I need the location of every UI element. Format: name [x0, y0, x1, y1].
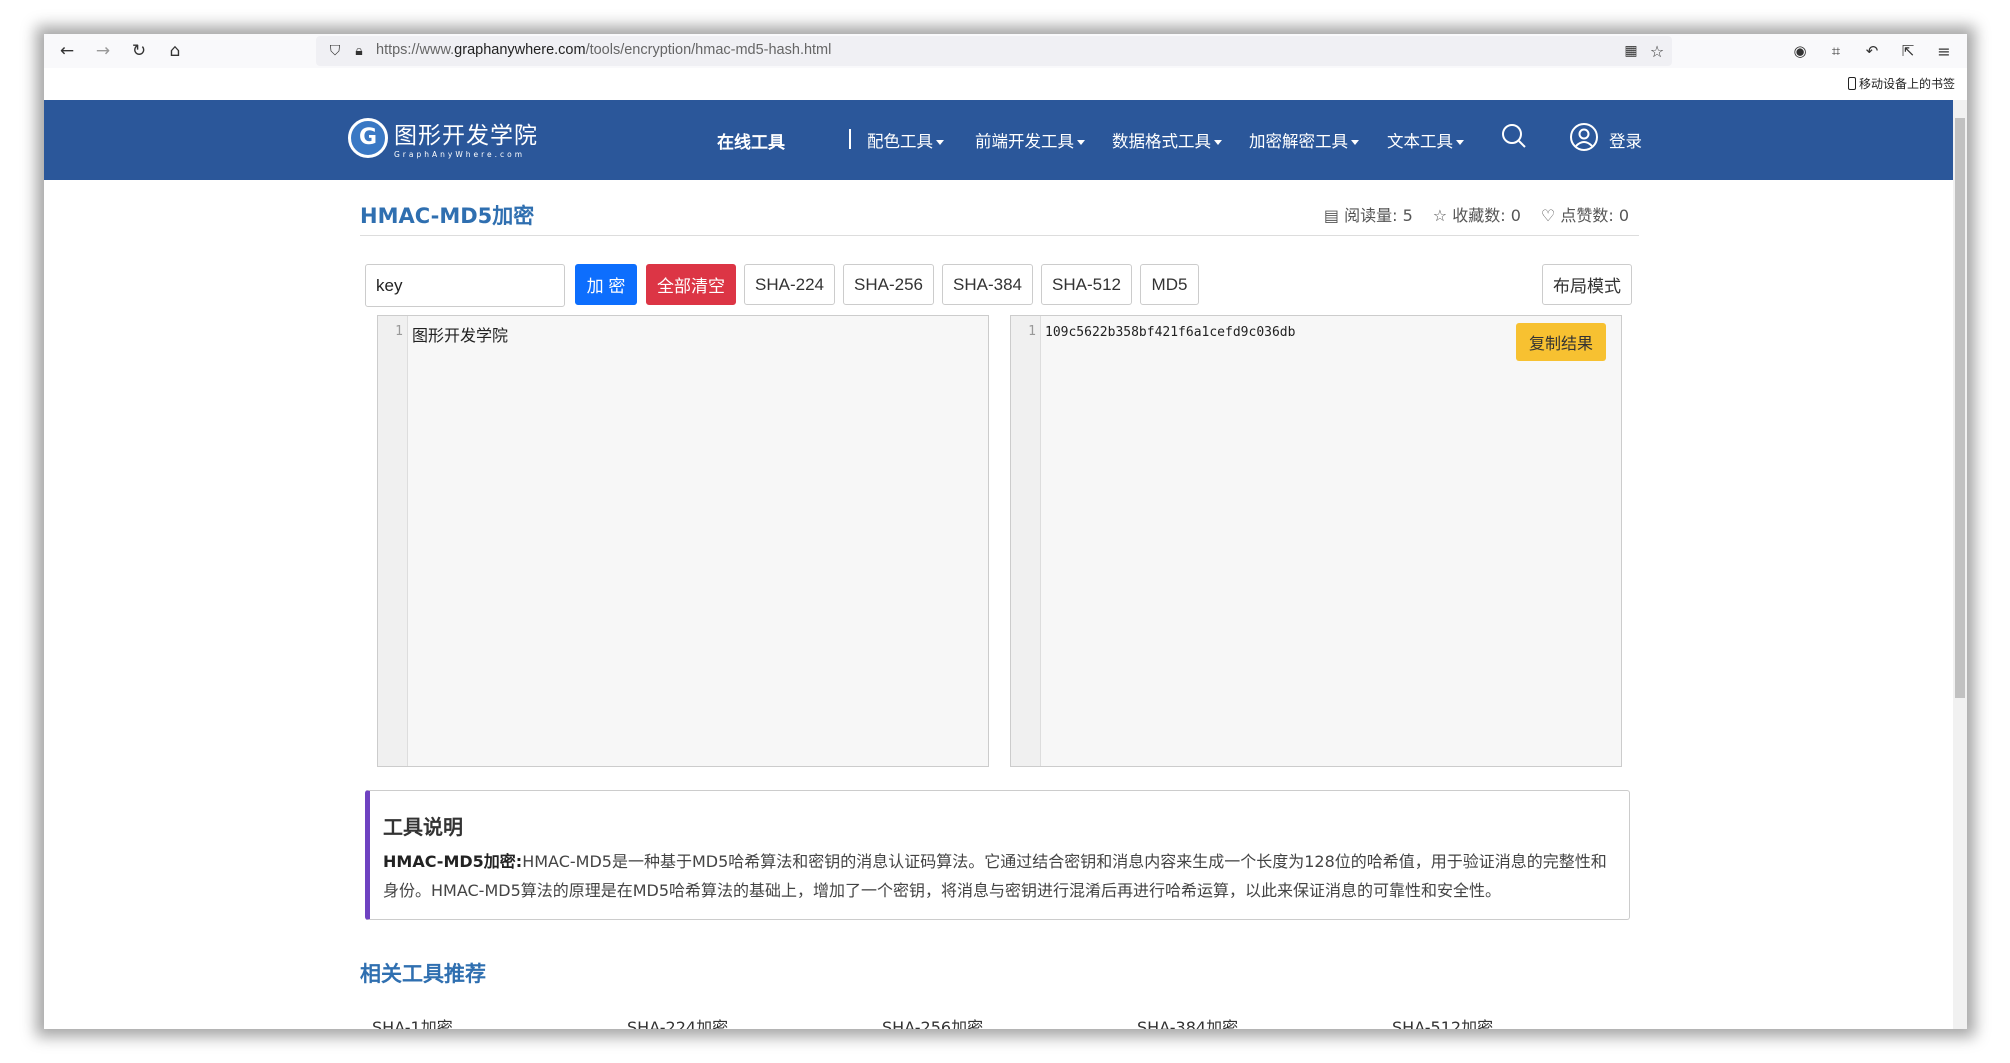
caret-down-icon — [936, 140, 944, 145]
logo-icon: G — [348, 117, 388, 158]
related-tool-link[interactable]: SHA-1加密 — [372, 1014, 453, 1029]
description-text: HMAC-MD5加密:HMAC-MD5是一种基于MD5哈希算法和密钥的消息认证码… — [383, 847, 1618, 905]
views-stat: ▤ 阅读量: 5 — [1323, 206, 1413, 225]
nav-frontend-tools[interactable]: 前端开发工具 — [975, 128, 1085, 152]
input-editor[interactable]: 1 图形开发学院 — [377, 315, 989, 767]
back-icon[interactable]: ← — [56, 40, 78, 62]
mobile-bookmarks[interactable]: 移动设备上的书签 — [1847, 75, 1955, 92]
page-scrollbar[interactable] — [1953, 100, 1967, 1029]
lock-icon[interactable]: 🔒︎ — [348, 40, 370, 62]
sha256-button[interactable]: SHA-256 — [843, 264, 934, 305]
input-editor-gutter: 1 — [378, 316, 408, 766]
shield-icon[interactable]: ⛉ — [324, 40, 346, 62]
favorites-stat[interactable]: ☆ 收藏数: 0 — [1433, 202, 1521, 226]
nav-crypto-tools[interactable]: 加密解密工具 — [1249, 128, 1359, 152]
caret-down-icon — [1456, 140, 1464, 145]
menu-icon[interactable]: ≡ — [1933, 40, 1955, 62]
related-tool-link[interactable]: SHA-384加密 — [1137, 1014, 1238, 1029]
forward-icon[interactable]: → — [92, 40, 114, 62]
layout-mode-button[interactable]: 布局模式 — [1542, 264, 1632, 305]
copy-result-button[interactable]: 复制结果 — [1516, 323, 1606, 361]
crop-icon[interactable]: ⌗ — [1825, 40, 1847, 62]
user-icon[interactable] — [1569, 122, 1599, 156]
views-icon: ▤ — [1323, 206, 1339, 225]
mobile-bookmarks-label: 移动设备上的书签 — [1858, 77, 1955, 91]
title-divider — [360, 235, 1639, 236]
sha224-button[interactable]: SHA-224 — [744, 264, 835, 305]
heart-icon: ♡ — [1540, 206, 1556, 225]
output-editor-gutter: 1 — [1011, 316, 1041, 766]
description-body: HMAC-MD5是一种基于MD5哈希算法和密钥的消息认证码算法。它通过结合密钥和… — [383, 852, 1607, 900]
page-title: HMAC-MD5加密 — [360, 204, 535, 228]
related-tool-link[interactable]: SHA-224加密 — [627, 1014, 728, 1029]
browser-toolbar: ← → ↻ ⌂ ⛉ 🔒︎ https://www.graphanywhere.c… — [44, 34, 1967, 68]
undo-icon[interactable]: ↶ — [1861, 40, 1883, 62]
bookmarks-bar: 移动设备上的书签 — [44, 68, 1967, 99]
search-icon[interactable] — [1500, 122, 1528, 154]
encrypt-button[interactable]: 加 密 — [575, 264, 637, 305]
caret-down-icon — [1214, 140, 1222, 145]
reload-icon[interactable]: ↻ — [128, 40, 150, 62]
sha384-button[interactable]: SHA-384 — [942, 264, 1033, 305]
nav-separator — [849, 129, 851, 149]
main-content: HMAC-MD5加密 ▤ 阅读量: 5 ☆ 收藏数: 0 ♡ 点赞数: 0 加 … — [44, 180, 1953, 1029]
sha512-button[interactable]: SHA-512 — [1041, 264, 1132, 305]
description-title: 工具说明 — [383, 815, 463, 839]
star-icon[interactable]: ☆ — [1646, 40, 1668, 62]
output-hash[interactable]: 109c5622b358bf421f6a1cefd9c036db — [1045, 325, 1295, 340]
nav-color-tools[interactable]: 配色工具 — [867, 128, 944, 152]
scrollbar-thumb[interactable] — [1955, 118, 1965, 698]
site-logo[interactable]: G 图形开发学院 GraphAnyWhere.com — [348, 116, 538, 159]
clear-all-button[interactable]: 全部清空 — [646, 264, 736, 305]
url-text[interactable]: https://www.graphanywhere.com/tools/encr… — [376, 42, 831, 58]
caret-down-icon — [1351, 140, 1359, 145]
key-input[interactable] — [365, 264, 565, 307]
page-stats: ▤ 阅读量: 5 ☆ 收藏数: 0 ♡ 点赞数: 0 — [1324, 202, 1629, 226]
related-tool-link[interactable]: SHA-256加密 — [882, 1014, 983, 1029]
login-link[interactable]: 登录 — [1609, 128, 1642, 152]
logo-subtitle: GraphAnyWhere.com — [394, 150, 526, 159]
md5-button[interactable]: MD5 — [1140, 264, 1199, 305]
input-text[interactable]: 图形开发学院 — [412, 322, 508, 346]
related-tool-link[interactable]: SHA-512加密 — [1392, 1014, 1493, 1029]
likes-stat[interactable]: ♡ 点赞数: 0 — [1541, 202, 1629, 226]
home-icon[interactable]: ⌂ — [164, 40, 186, 62]
line-number: 1 — [395, 324, 403, 339]
logo-title: 图形开发学院 — [394, 123, 538, 149]
account-icon[interactable]: ◉ — [1789, 40, 1811, 62]
nav-data-format-tools[interactable]: 数据格式工具 — [1112, 128, 1222, 152]
caret-down-icon — [1077, 140, 1085, 145]
line-number: 1 — [1028, 324, 1036, 339]
extensions-icon[interactable]: ⇱ — [1897, 40, 1919, 62]
phone-icon — [1847, 77, 1856, 90]
qr-code-icon[interactable]: ▦ — [1620, 40, 1642, 62]
site-header: G 图形开发学院 GraphAnyWhere.com 在线工具 配色工具 前端开… — [44, 100, 1953, 180]
output-editor[interactable]: 1 109c5622b358bf421f6a1cefd9c036db 复制结果 — [1010, 315, 1622, 767]
url-bar[interactable]: ⛉ 🔒︎ https://www.graphanywhere.com/tools… — [316, 36, 1672, 66]
nav-text-tools[interactable]: 文本工具 — [1387, 128, 1464, 152]
description-lead: HMAC-MD5加密: — [383, 852, 523, 871]
tool-description: 工具说明 HMAC-MD5加密:HMAC-MD5是一种基于MD5哈希算法和密钥的… — [365, 790, 1630, 920]
nav-online-tools[interactable]: 在线工具 — [717, 128, 785, 153]
related-tools-title: 相关工具推荐 — [360, 962, 486, 986]
browser-window: ← → ↻ ⌂ ⛉ 🔒︎ https://www.graphanywhere.c… — [44, 34, 1967, 1029]
star-outline-icon: ☆ — [1432, 206, 1448, 225]
